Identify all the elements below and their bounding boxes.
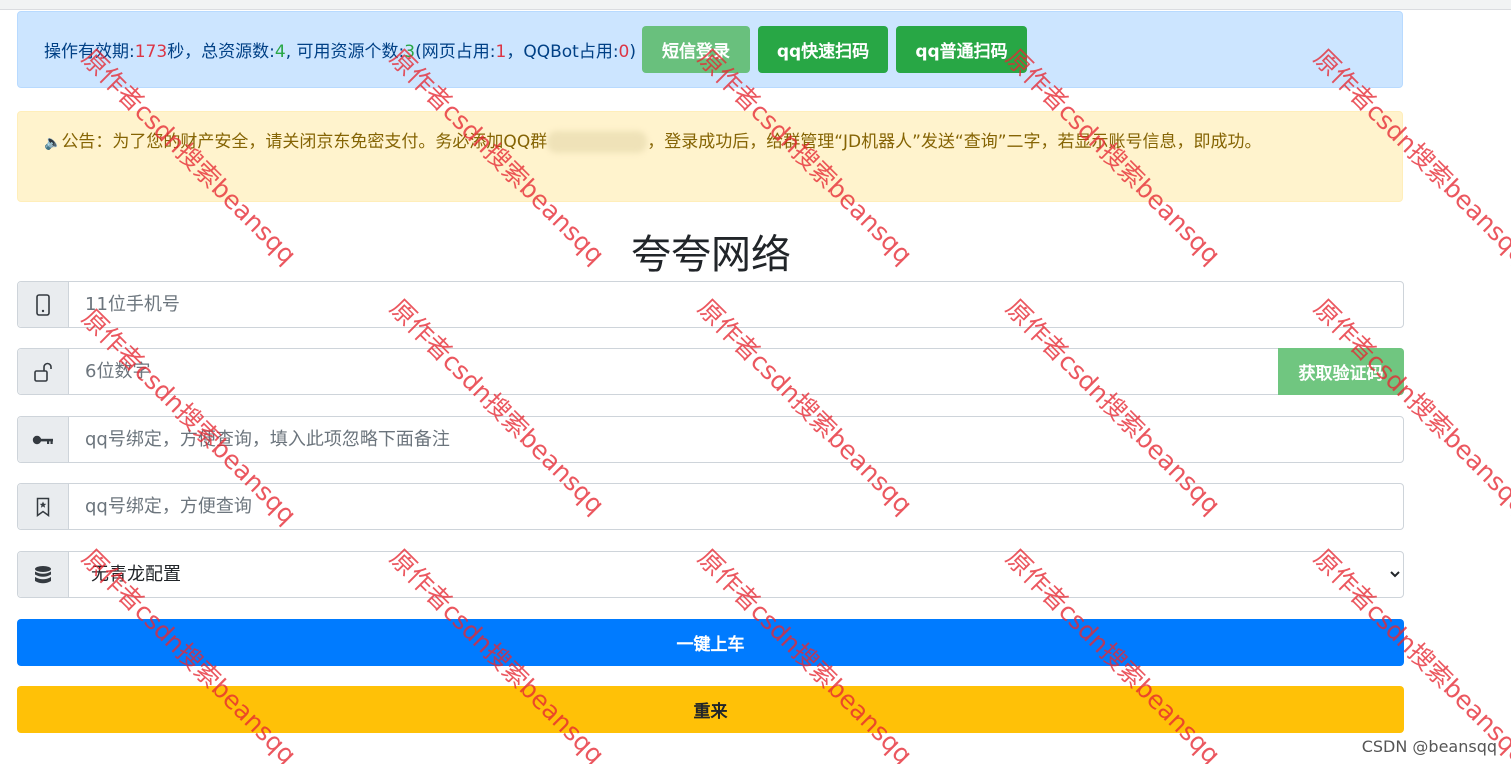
- qq-remark-input[interactable]: [69, 484, 1403, 529]
- get-code-button[interactable]: 获取验证码: [1278, 348, 1404, 395]
- status-close-paren: ): [629, 42, 637, 62]
- validity-label: 操作有效期:: [44, 42, 135, 62]
- code-input-group: 获取验证码: [17, 348, 1404, 395]
- reset-button[interactable]: 重来: [17, 686, 1404, 733]
- available-resources-label: , 可用资源个数:: [285, 42, 405, 62]
- qq-normal-scan-button[interactable]: qq普通扫码: [896, 26, 1028, 73]
- unlock-icon: [18, 349, 69, 394]
- notice-text-before: 公告：为了您的财产安全，请关闭京东免密支付。务必添加QQ群: [61, 132, 548, 152]
- web-used-count: 1: [495, 42, 507, 62]
- qq-bind-input-group: [17, 416, 1404, 463]
- database-icon: [18, 552, 69, 597]
- phone-icon: [18, 282, 69, 327]
- sms-login-button[interactable]: 短信登录: [642, 26, 751, 73]
- code-input[interactable]: [69, 349, 1278, 394]
- qq-quick-scan-button[interactable]: qq快速扫码: [758, 26, 889, 73]
- phone-input[interactable]: [69, 282, 1403, 327]
- status-alert: 操作有效期:173秒，总资源数:4, 可用资源个数:3(网页占用:1，QQBot…: [17, 11, 1403, 88]
- credit-text: CSDN @beansqq: [1361, 737, 1497, 756]
- browser-top-edge: [0, 0, 1511, 10]
- bookmark-star-icon: [18, 484, 69, 529]
- notice-text-after: ，登录成功后，给群管理“JD机器人”发送“查询”二字，若显示账号信息，即成功。: [647, 132, 1262, 152]
- web-used-label: (网页占用:: [415, 42, 496, 62]
- speaker-icon: 🔈: [44, 135, 62, 151]
- key-icon: [18, 417, 69, 462]
- total-resources-label: 秒，总资源数:: [167, 42, 275, 62]
- available-resources-count: 3: [404, 42, 416, 62]
- phone-input-group: [17, 281, 1404, 328]
- qqbot-used-count: 0: [618, 42, 630, 62]
- qq-remark-input-group: [17, 483, 1404, 530]
- notice-alert: 🔈公告：为了您的财产安全，请关闭京东免密支付。务必添加QQ群 ，登录成功后，给群管…: [17, 111, 1403, 202]
- qqbot-used-label: ，QQBot占用:: [506, 42, 619, 62]
- redacted-group-number: [547, 131, 648, 153]
- total-resources-count: 4: [274, 42, 286, 62]
- submit-button[interactable]: 一键上车: [17, 619, 1404, 666]
- status-text: 操作有效期:173秒，总资源数:4, 可用资源个数:3(网页占用:1，QQBot…: [44, 37, 636, 62]
- qq-bind-input[interactable]: [69, 417, 1403, 462]
- validity-seconds: 173: [134, 42, 168, 62]
- qinglong-select[interactable]: 无青龙配置: [69, 552, 1403, 597]
- page-title: 夸夸网络: [631, 232, 791, 278]
- qinglong-select-group: 无青龙配置: [17, 551, 1404, 598]
